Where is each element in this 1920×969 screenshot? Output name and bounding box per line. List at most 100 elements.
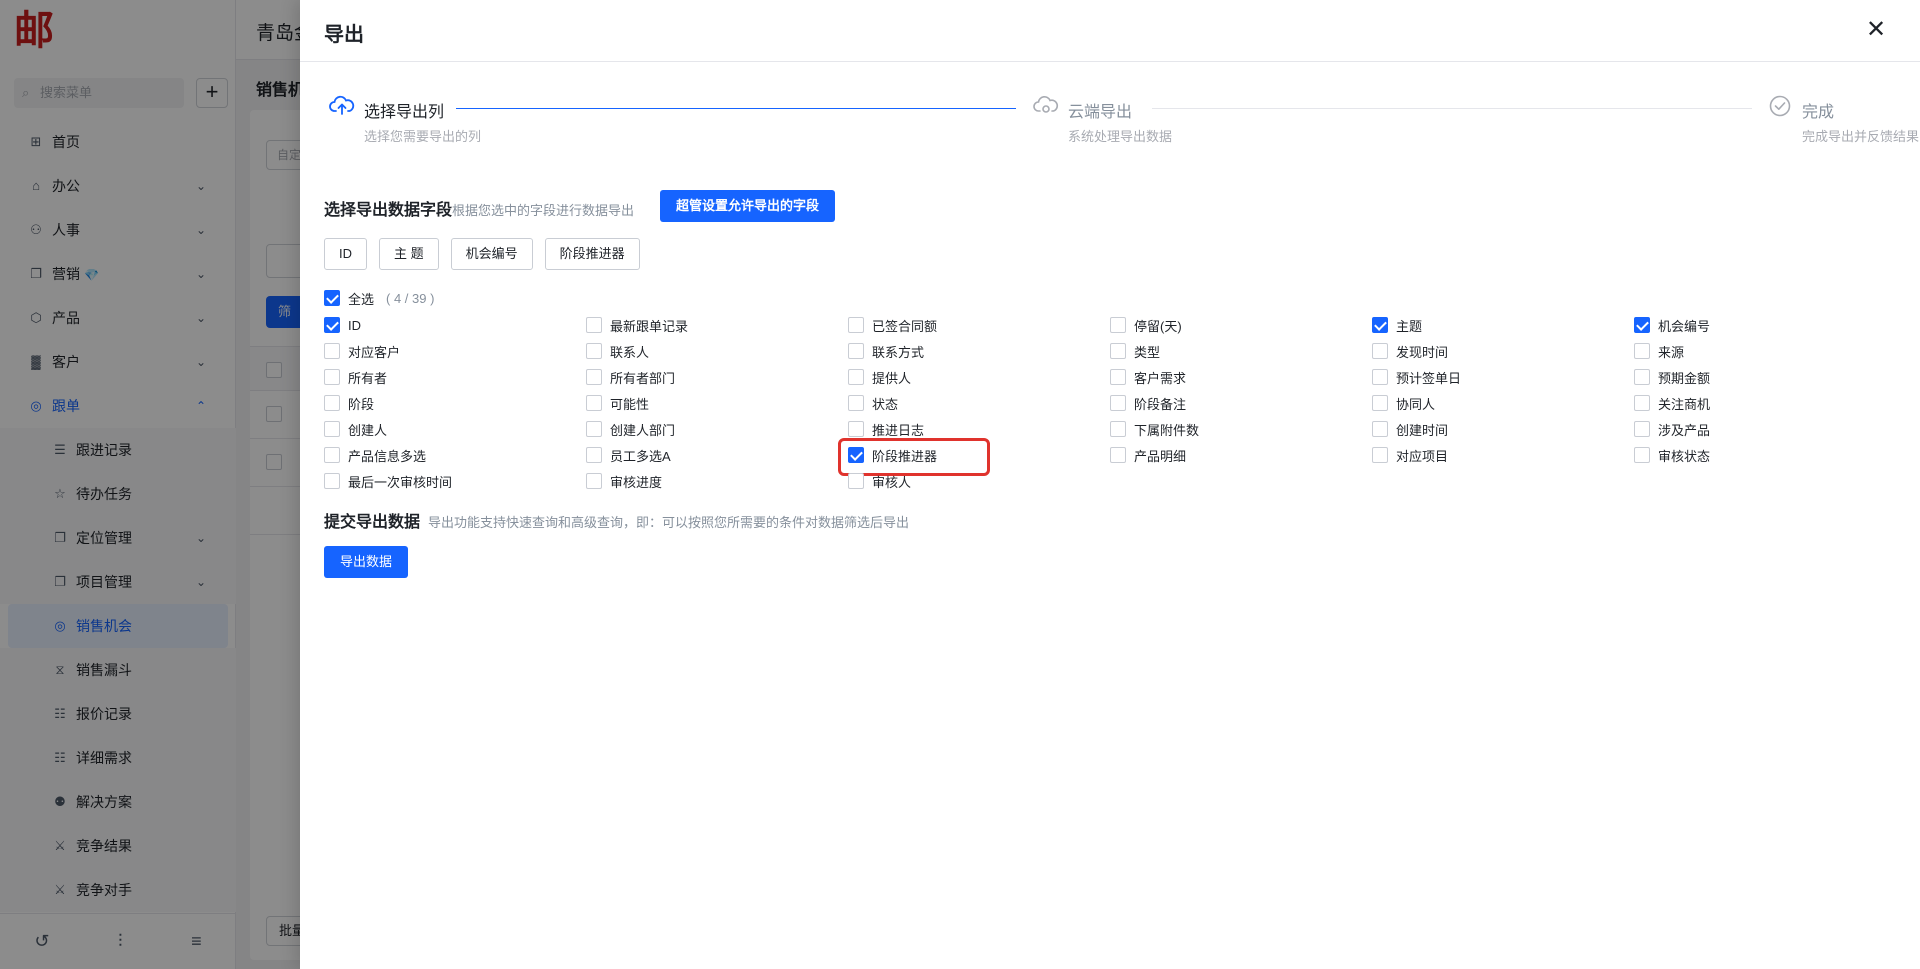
checkbox[interactable]	[1634, 317, 1650, 333]
export-field-checkbox[interactable]: 主题	[1372, 312, 1634, 338]
export-field-checkbox[interactable]: 联系人	[586, 338, 848, 364]
checkbox[interactable]	[1372, 343, 1388, 359]
selected-field-tag[interactable]: 阶段推进器	[544, 238, 640, 270]
field-label: 联系方式	[872, 344, 925, 360]
export-field-checkbox[interactable]: 涉及产品	[1634, 416, 1896, 442]
field-label: 关注商机	[1658, 396, 1711, 412]
checkbox[interactable]	[586, 343, 602, 359]
export-field-checkbox[interactable]: 所有者部门	[586, 364, 848, 390]
export-field-checkbox[interactable]: 员工多选A	[586, 442, 848, 468]
checkbox[interactable]	[1372, 369, 1388, 385]
checkbox[interactable]	[324, 369, 340, 385]
checkbox[interactable]	[1110, 369, 1126, 385]
checkbox[interactable]	[586, 317, 602, 333]
checkbox[interactable]	[586, 447, 602, 463]
export-field-checkbox[interactable]: 阶段	[324, 390, 586, 416]
export-field-checkbox[interactable]: 创建人部门	[586, 416, 848, 442]
export-steps: 选择导出列 选择您需要导出的列 云端导出 系统处理导出数据 完成 完成导出并反馈…	[324, 92, 1919, 152]
export-field-checkbox[interactable]: 审核状态	[1634, 442, 1896, 468]
export-field-checkbox[interactable]: 可能性	[586, 390, 848, 416]
checkbox[interactable]	[1372, 447, 1388, 463]
export-field-checkbox[interactable]: 阶段推进器	[838, 438, 1110, 476]
checkbox[interactable]	[324, 395, 340, 411]
checkbox[interactable]	[1110, 421, 1126, 437]
submit-section-title: 提交导出数据 导出功能支持快速查询和高级查询，即：可以按照您所需要的条件对数据筛选…	[324, 508, 909, 532]
checkbox[interactable]	[324, 421, 340, 437]
checkbox[interactable]	[1372, 317, 1388, 333]
export-field-checkbox[interactable]: 类型	[1110, 338, 1372, 364]
checkbox[interactable]	[1110, 447, 1126, 463]
checkbox[interactable]	[1372, 395, 1388, 411]
export-field-checkbox[interactable]: 审核进度	[586, 468, 848, 494]
export-field-checkbox[interactable]: 发现时间	[1372, 338, 1634, 364]
checkbox[interactable]	[586, 369, 602, 385]
checkbox[interactable]	[324, 290, 340, 306]
export-field-checkbox[interactable]: 最新跟单记录	[586, 312, 848, 338]
checkbox[interactable]	[848, 473, 864, 489]
export-data-button[interactable]: 导出数据	[324, 546, 409, 578]
field-label: 产品信息多选	[348, 448, 427, 464]
checkbox[interactable]	[1634, 343, 1650, 359]
checkbox[interactable]	[586, 421, 602, 437]
step-connector-pending	[1152, 108, 1752, 109]
export-field-checkbox[interactable]: 停留(天)	[1110, 312, 1372, 338]
export-field-checkbox[interactable]: 创建人	[324, 416, 586, 442]
select-all-checkbox[interactable]: 全选 ( 4 / 39 )	[324, 288, 434, 308]
export-field-checkbox[interactable]: 下属附件数	[1110, 416, 1372, 442]
selected-field-tag[interactable]: 主 题	[379, 238, 439, 270]
export-field-checkbox[interactable]: 关注商机	[1634, 390, 1896, 416]
selected-field-tag[interactable]: ID	[324, 238, 367, 270]
admin-allowed-fields-button[interactable]: 超管设置允许导出的字段	[660, 190, 836, 222]
close-icon[interactable]: ✕	[1862, 16, 1890, 44]
export-field-checkbox[interactable]: 提供人	[848, 364, 1110, 390]
export-field-checkbox[interactable]: 状态	[848, 390, 1110, 416]
checkbox[interactable]	[1110, 317, 1126, 333]
checkbox[interactable]	[848, 421, 864, 437]
export-field-checkbox[interactable]: 预计签单日	[1372, 364, 1634, 390]
export-field-checkbox[interactable]: 来源	[1634, 338, 1896, 364]
export-field-checkbox[interactable]: 对应项目	[1372, 442, 1634, 468]
export-field-checkbox[interactable]: 已签合同额	[848, 312, 1110, 338]
export-field-checkbox[interactable]: 协同人	[1372, 390, 1634, 416]
field-label: 对应客户	[348, 344, 401, 360]
export-field-checkbox[interactable]: 所有者	[324, 364, 586, 390]
step-connector-active	[456, 108, 1016, 109]
checkbox[interactable]	[324, 343, 340, 359]
checkbox[interactable]	[848, 447, 864, 463]
checkbox[interactable]	[1634, 447, 1650, 463]
checkbox[interactable]	[1372, 421, 1388, 437]
field-label: 所有者部门	[610, 370, 676, 386]
checkbox[interactable]	[1110, 343, 1126, 359]
checkbox[interactable]	[586, 395, 602, 411]
checkbox[interactable]	[848, 369, 864, 385]
checkbox[interactable]	[324, 473, 340, 489]
export-field-checkbox[interactable]: 最后一次审核时间	[324, 468, 586, 494]
selected-field-tag[interactable]: 机会编号	[450, 238, 533, 270]
checkbox[interactable]	[1634, 395, 1650, 411]
checkbox[interactable]	[848, 395, 864, 411]
export-field-checkbox[interactable]: ID	[324, 312, 586, 338]
field-section-heading: 选择导出数据字段	[324, 202, 453, 219]
checkbox[interactable]	[1634, 421, 1650, 437]
checkbox[interactable]	[1110, 395, 1126, 411]
export-field-checkbox[interactable]: 客户需求	[1110, 364, 1372, 390]
step-title: 选择导出列	[364, 104, 445, 121]
export-field-checkbox[interactable]: 机会编号	[1634, 312, 1896, 338]
field-label: 最后一次审核时间	[348, 474, 453, 490]
field-label: 员工多选A	[610, 448, 671, 464]
export-field-checkbox[interactable]: 创建时间	[1372, 416, 1634, 442]
checkbox[interactable]	[848, 317, 864, 333]
checkbox[interactable]	[586, 473, 602, 489]
export-field-checkbox[interactable]: 产品明细	[1110, 442, 1372, 468]
cloud-upload-icon	[329, 95, 355, 115]
export-field-checkbox[interactable]: 对应客户	[324, 338, 586, 364]
export-field-checkbox[interactable]: 审核人	[848, 468, 1110, 494]
export-field-checkbox[interactable]: 阶段备注	[1110, 390, 1372, 416]
export-field-checkbox[interactable]: 预期金额	[1634, 364, 1896, 390]
export-field-checkbox[interactable]: 产品信息多选	[324, 442, 586, 468]
checkbox[interactable]	[848, 343, 864, 359]
checkbox[interactable]	[324, 317, 340, 333]
checkbox[interactable]	[1634, 369, 1650, 385]
export-field-checkbox[interactable]: 联系方式	[848, 338, 1110, 364]
checkbox[interactable]	[324, 447, 340, 463]
